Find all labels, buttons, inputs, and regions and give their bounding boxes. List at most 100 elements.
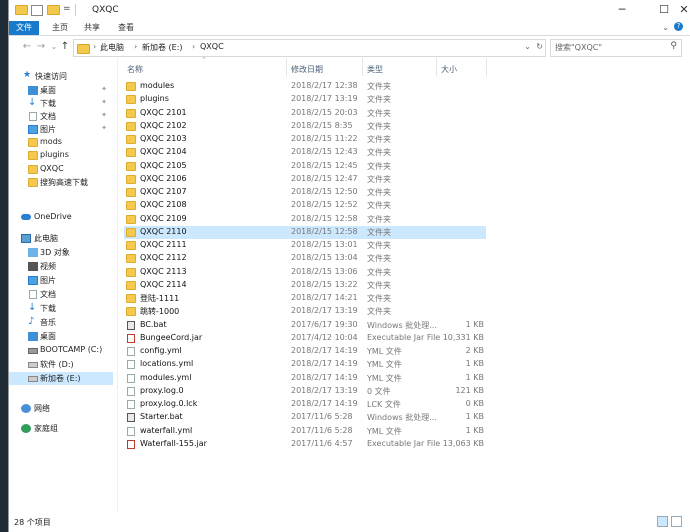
address-bar[interactable]: › 此电脑 › 新加卷 (E:) › QXQC ⌄ ↻ [73,39,546,57]
search-icon[interactable]: ⚲ [670,41,677,51]
help-icon[interactable]: ? [674,22,683,31]
folder-row[interactable]: QXQC 2106 2018/2/15 12:47 文件夹 [124,173,486,186]
column-divider[interactable] [286,58,287,76]
sidebar-item-pc-documents[interactable]: 文档 [9,288,113,301]
breadcrumb-this-pc[interactable]: 此电脑 [100,42,124,53]
pictures-icon [28,276,38,285]
cloud-icon [21,214,31,220]
file-list: ⌃ 名称 修改日期 类型 大小 modules 2018/2/17 12:38 文件… [117,56,690,512]
breadcrumb-separator-icon[interactable]: › [93,42,96,51]
sidebar-item-desktop[interactable]: 桌面 ✦ [9,84,113,97]
breadcrumb-separator-icon[interactable]: › [134,42,137,51]
breadcrumb-drive-e[interactable]: 新加卷 (E:) [142,42,183,53]
sidebar-item-qxqc[interactable]: QXQC [9,163,113,176]
large-icons-view-icon[interactable] [671,516,682,527]
sidebar-item-network[interactable]: 网络 [9,402,113,415]
sidebar-item-sogou-downloads[interactable]: 搜狗高速下载 [9,176,113,189]
properties-icon[interactable] [31,5,43,16]
file-type: 文件夹 [367,82,391,91]
file-type: YML 文件 [367,360,402,370]
up-button[interactable]: ↑ [59,40,71,54]
column-header-name[interactable]: 名称 [127,64,143,75]
sidebar-item-pictures[interactable]: 图片 ✦ [9,123,113,136]
tab-share[interactable]: 共享 [79,21,105,35]
folder-row[interactable]: plugins 2018/2/17 13:19 文件夹 [124,93,486,106]
sidebar-item-plugins[interactable]: plugins [9,149,113,162]
sidebar-item-3d-objects[interactable]: 3D 对象 [9,246,113,259]
ribbon-expand-icon[interactable]: ⌄ [662,23,669,32]
sidebar-item-drive-d[interactable]: 软件 (D:) [9,358,113,371]
folder-row[interactable]: QXQC 2105 2018/2/15 12:45 文件夹 [124,160,486,173]
folder-row[interactable]: QXQC 2110 2018/2/15 12:58 文件夹 [124,225,486,239]
sidebar-item-documents[interactable]: 文档 ✦ [9,110,113,123]
quick-access-customize[interactable]: = [63,4,71,17]
file-row[interactable]: locations.yml 2018/2/17 14:19 YML 文件 1 KB [124,358,486,371]
column-header-size[interactable]: 大小 [441,64,457,75]
file-row[interactable]: Starter.bat 2017/11/6 5:28 Windows 批处理... 1… [124,411,486,424]
file-row[interactable]: Waterfall-155.jar 2017/11/6 4:57 Executabl… [124,438,486,451]
folder-row[interactable]: QXQC 2113 2018/2/15 13:06 文件夹 [124,266,486,279]
file-row[interactable]: proxy.log.0.lck 2018/2/17 14:19 LCK 文件 0 KB [124,398,486,411]
refresh-icon[interactable]: ↻ [536,42,543,51]
drive-icon [28,376,38,382]
folder-row[interactable]: QXQC 2101 2018/2/15 20:03 文件夹 [124,107,486,120]
file-row[interactable]: proxy.log.0 2018/2/17 13:19 0 文件 121 KB [124,385,486,398]
forward-button[interactable]: → [35,40,47,54]
file-row[interactable]: modules.yml 2018/2/17 14:19 YML 文件 1 KB [124,372,486,385]
folder-row[interactable]: QXQC 2102 2018/2/15 8:35 文件夹 [124,120,486,133]
folder-row[interactable]: 跳转-1000 2018/2/17 13:19 文件夹 [124,305,486,318]
new-folder-icon[interactable] [47,4,60,17]
file-row[interactable]: config.yml 2018/2/17 14:19 YML 文件 2 KB [124,345,486,358]
folder-row[interactable]: 登陆-1111 2018/2/17 14:21 文件夹 [124,292,486,305]
tab-home[interactable]: 主页 [47,21,73,35]
sidebar-item-label: 搜狗高速下载 [40,178,88,187]
tab-view[interactable]: 查看 [113,21,139,35]
sidebar-item-pc-desktop[interactable]: 桌面 [9,330,113,343]
tab-file[interactable]: 文件 [9,21,39,35]
folder-row[interactable]: QXQC 2107 2018/2/15 12:50 文件夹 [124,186,486,199]
search-box[interactable]: 搜索"QXQC" ⚲ [550,39,682,57]
file-row[interactable]: waterfall.yml 2017/11/6 5:28 YML 文件 1 KB [124,425,486,438]
file-row[interactable]: BC.bat 2017/6/17 19:30 Windows 批处理... 1 KB [124,319,486,332]
close-button[interactable]: ✕ [677,0,690,21]
sidebar-item-videos[interactable]: 视频 [9,260,113,273]
sidebar-item-mods[interactable]: mods [9,136,113,149]
column-header-type[interactable]: 类型 [367,64,383,75]
column-divider[interactable] [362,58,363,76]
sidebar-item-label: 文档 [40,290,56,299]
navigation-pane: ★ 快速访问 桌面 ✦ ↓ 下载 ✦ 文档 ✦ 图片 ✦ mods plugin… [9,62,113,512]
sidebar-item-homegroup[interactable]: 家庭组 [9,422,113,435]
folder-row[interactable]: QXQC 2114 2018/2/15 13:22 文件夹 [124,279,486,292]
details-view-icon[interactable] [657,516,668,527]
sidebar-item-label: 新加卷 (E:) [40,374,81,383]
folder-row[interactable]: QXQC 2108 2018/2/15 12:52 文件夹 [124,199,486,212]
back-button[interactable]: ← [21,40,33,54]
column-divider[interactable] [486,58,487,76]
file-name: proxy.log.0.lck [140,399,198,408]
search-input[interactable]: 搜索"QXQC" [555,42,602,53]
folder-row[interactable]: modules 2018/2/17 12:38 文件夹 [124,80,486,93]
folder-row[interactable]: QXQC 2109 2018/2/15 12:58 文件夹 [124,213,486,226]
sidebar-item-this-pc[interactable]: 此电脑 [9,232,113,245]
folder-row[interactable]: QXQC 2104 2018/2/15 12:43 文件夹 [124,146,486,159]
breadcrumb-qxqc[interactable]: QXQC [200,42,224,51]
file-row[interactable]: BungeeCord.jar 2017/4/12 10:04 Executable … [124,332,486,345]
computer-icon [21,234,31,243]
address-dropdown-icon[interactable]: ⌄ [524,42,531,51]
sidebar-item-drive-c[interactable]: BOOTCAMP (C:) [9,344,113,357]
sidebar-item-pc-downloads[interactable]: ↓ 下载 [9,302,113,315]
sidebar-item-music[interactable]: ♪ 音乐 [9,316,113,329]
breadcrumb-separator-icon[interactable]: › [192,42,195,51]
sidebar-item-onedrive[interactable]: OneDrive [9,211,113,224]
folder-row[interactable]: QXQC 2111 2018/2/15 13:01 文件夹 [124,239,486,252]
folder-row[interactable]: QXQC 2112 2018/2/15 13:04 文件夹 [124,252,486,265]
folder-row[interactable]: QXQC 2103 2018/2/15 11:22 文件夹 [124,133,486,146]
sidebar-item-drive-e[interactable]: 新加卷 (E:) [9,372,113,385]
sidebar-item-pc-pictures[interactable]: 图片 [9,274,113,287]
file-date: 2018/2/15 13:06 [291,266,358,276]
sidebar-item-quick-access[interactable]: ★ 快速访问 [9,70,113,83]
column-header-date[interactable]: 修改日期 [291,64,323,75]
minimize-button[interactable]: ─ [599,0,645,21]
column-divider[interactable] [436,58,437,76]
sidebar-item-downloads[interactable]: ↓ 下载 ✦ [9,97,113,110]
